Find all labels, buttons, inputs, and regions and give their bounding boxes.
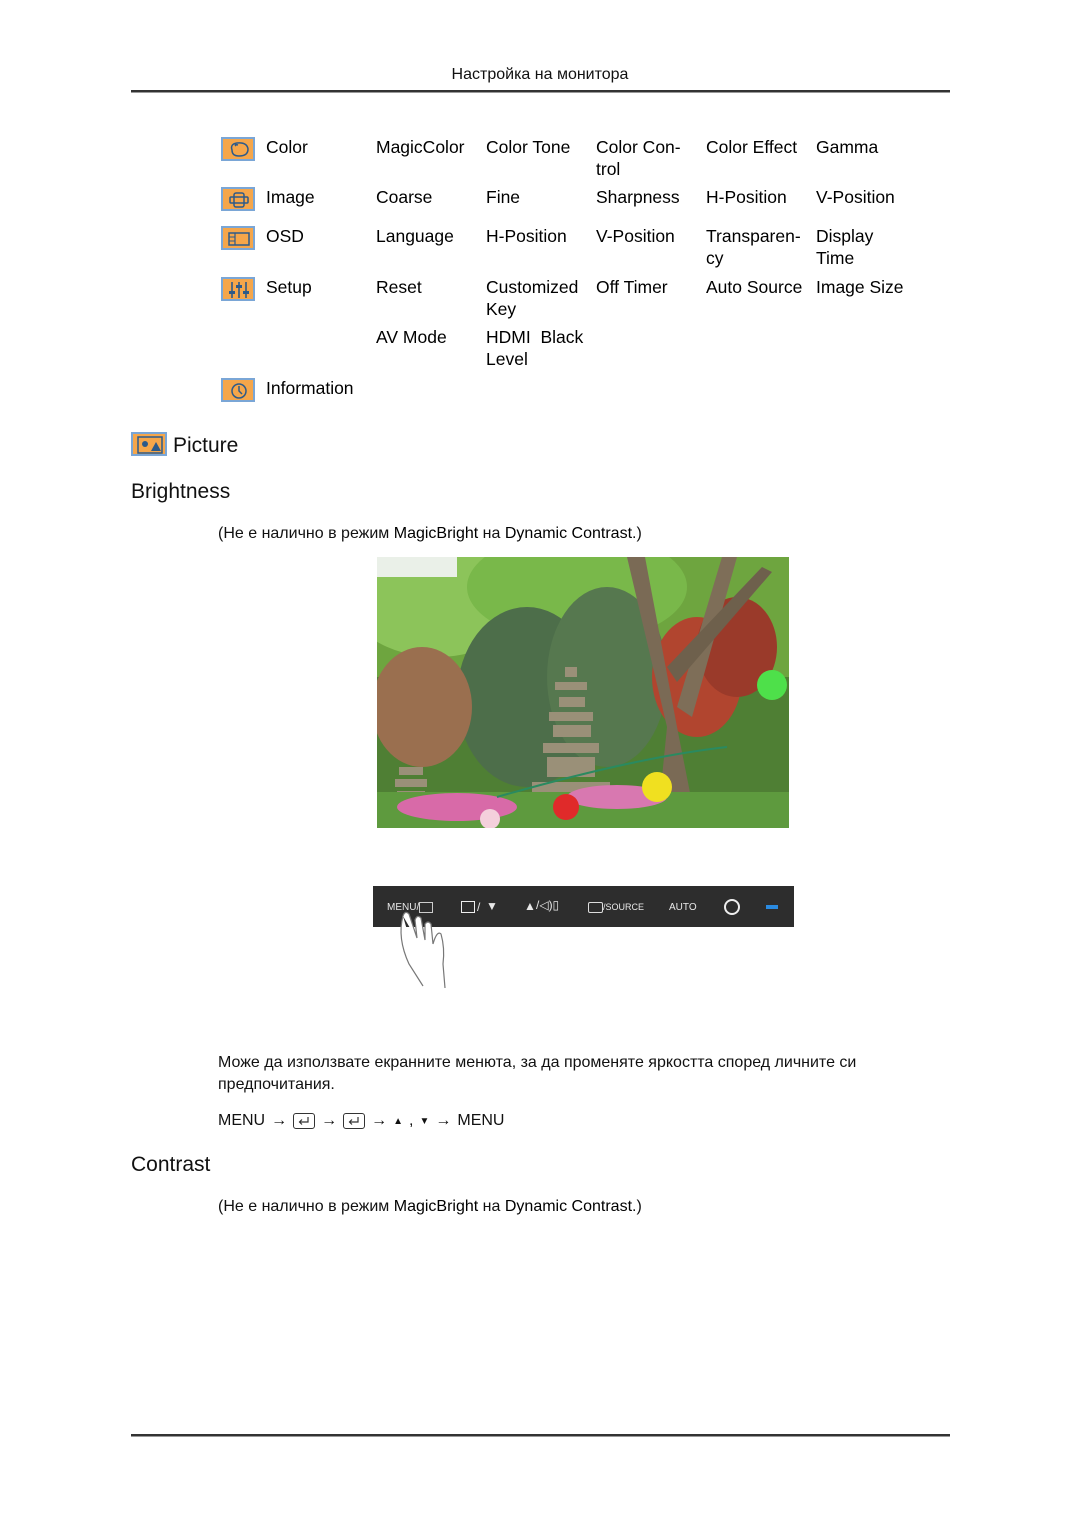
menu-item: V-Position (816, 187, 895, 207)
menu-item: Off Timer (596, 277, 668, 297)
seq-comma: , (409, 1112, 414, 1129)
menu-item: H-Position (486, 226, 567, 246)
note-prefix: (Не е налично в режим (218, 525, 394, 542)
menu-item: Fine (486, 187, 521, 207)
power-led-indicator (766, 905, 778, 909)
note-suffix: .) (632, 525, 642, 542)
menu-item: AV Mode (376, 327, 447, 347)
information-icon (221, 378, 255, 402)
brightness-availability-note: (Не е налично в режим MagicBright на Dyn… (218, 525, 642, 543)
menu-item: Customized Key (486, 277, 579, 319)
menu-item: HDMI Black Level (486, 327, 584, 369)
menu-item: Color Tone (486, 137, 571, 157)
auto-button[interactable]: AUTO (669, 902, 697, 913)
osd-icon (221, 226, 255, 250)
brightness-adjust-icon[interactable] (461, 901, 475, 913)
menu-item: Color Effect (706, 137, 798, 157)
menu-item: Sharpness (596, 187, 680, 207)
menu-category-osd: OSD (266, 226, 304, 246)
brightness-key-sequence: MENU → → → ▲ , ▼ → MENU (218, 1112, 504, 1130)
note-mode: MagicBright (393, 1198, 479, 1215)
menu-category-setup: Setup (266, 277, 312, 297)
menu-category-information: Information (266, 378, 354, 398)
power-icon[interactable] (724, 899, 740, 915)
note-value: Dynamic Contrast (504, 1198, 633, 1215)
menu-item: V-Position (596, 226, 675, 246)
seq-arrow: → (271, 1112, 288, 1129)
slash: / (477, 900, 481, 914)
note-value: Dynamic Contrast (504, 525, 633, 542)
menu-item: H-Position (706, 187, 787, 207)
footer-rule (131, 1434, 950, 1437)
section-title-brightness: Brightness (131, 480, 231, 503)
enter-icon[interactable] (588, 902, 603, 913)
menu-item: Image Size (816, 277, 904, 297)
brightness-description: Може да използвате екранните менюта, за … (218, 1054, 857, 1093)
sample-garden-photo (377, 557, 789, 828)
page-header-title: Настройка на монитора (451, 66, 629, 83)
seq-arrow: → (321, 1112, 338, 1129)
menu-category-color: Color (266, 137, 308, 157)
section-title-contrast: Contrast (131, 1153, 211, 1176)
contrast-availability-note: (Не е налично в режим MagicBright на Dyn… (218, 1198, 642, 1216)
setup-icon (221, 277, 255, 301)
menu-item: Transparen- cy (706, 226, 801, 268)
seq-menu-start: MENU (218, 1112, 266, 1129)
note-mid: на (478, 1198, 505, 1215)
up-triangle-icon: ▲ (393, 1115, 404, 1127)
menu-item: Reset (376, 277, 422, 297)
note-suffix: .) (632, 1198, 642, 1215)
menu-item: Color Con- trol (596, 137, 681, 179)
menu-item: Language (376, 226, 454, 246)
source-button[interactable]: /SOURCE (603, 902, 644, 912)
seq-arrow: → (371, 1112, 388, 1129)
down-triangle-icon: ▼ (419, 1115, 430, 1127)
menu-item: MagicColor (376, 137, 465, 157)
menu-item: Auto Source (706, 277, 803, 297)
volume-icon[interactable]: /◁)▯ (536, 898, 559, 912)
note-mid: на (478, 525, 505, 542)
note-prefix: (Не е налично в режим (218, 1198, 394, 1215)
pressing-hand-icon (400, 911, 446, 989)
up-arrow-icon[interactable]: ▲ (524, 899, 536, 913)
picture-icon (131, 432, 167, 456)
down-arrow-icon[interactable]: ▼ (486, 899, 498, 913)
note-mode: MagicBright (393, 525, 479, 542)
enter-key-icon (343, 1113, 366, 1129)
image-icon (221, 187, 255, 211)
menu-item: Display Time (816, 226, 874, 268)
seq-menu-end: MENU (457, 1112, 505, 1129)
menu-category-image: Image (266, 187, 315, 207)
header-rule (131, 90, 950, 93)
color-icon (221, 137, 255, 161)
enter-key-icon (293, 1113, 316, 1129)
section-title-picture: Picture (173, 434, 239, 457)
menu-item: Coarse (376, 187, 433, 207)
seq-arrow: → (435, 1112, 452, 1129)
menu-item: Gamma (816, 137, 879, 157)
